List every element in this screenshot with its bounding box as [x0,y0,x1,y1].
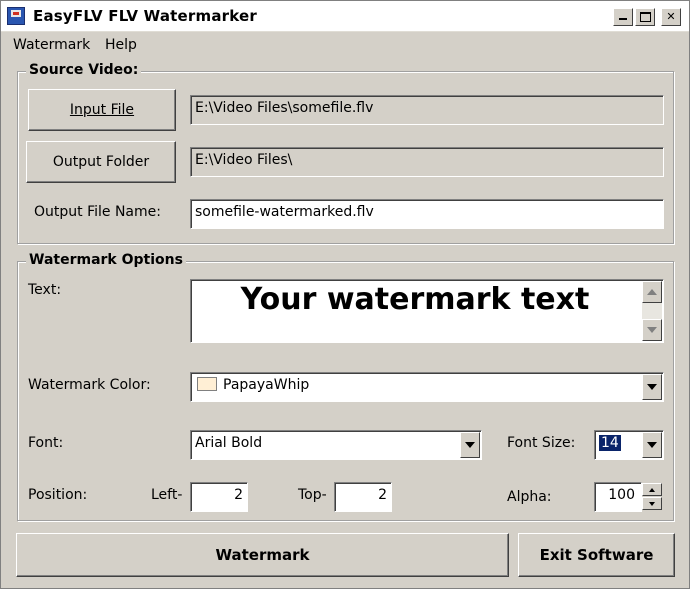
input-file-button[interactable]: Input File [28,89,176,131]
menu-watermark[interactable]: Watermark [13,37,90,53]
minimize-button[interactable] [613,8,633,26]
font-label: Font: [28,435,64,451]
text-label: Text: [28,282,62,298]
chevron-down-icon [465,442,475,448]
chevron-down-icon [647,384,657,390]
scroll-up-icon [647,289,657,295]
input-file-path: E:\Video Files\somefile.flv [190,95,664,125]
output-folder-button[interactable]: Output Folder [26,141,176,183]
watermark-button[interactable]: Watermark [16,533,509,577]
close-icon: ✕ [666,10,676,23]
font-size-select[interactable]: 14 [594,430,664,460]
alpha-input[interactable]: 100 [594,482,642,512]
left-position-input[interactable]: 2 [190,482,248,512]
watermark-button-label: Watermark [215,546,310,564]
alpha-increment-button[interactable] [642,483,662,496]
output-folder-path: E:\Video Files\ [190,147,664,177]
menu-bar: Watermark Help [1,32,689,56]
color-swatch [197,377,217,391]
text-scrollbar[interactable] [642,281,662,341]
chevron-down-icon [647,442,657,448]
watermark-color-select[interactable]: PapayaWhip [190,372,664,402]
watermark-options-legend: Watermark Options [26,252,186,268]
output-folder-label: Output Folder [52,154,150,170]
exit-software-button-label: Exit Software [539,546,654,564]
position-label: Position: [28,487,88,503]
maximize-button[interactable] [635,8,655,26]
watermark-text-input[interactable]: Your watermark text [190,279,664,343]
top-label: Top- [298,487,327,503]
maximize-icon [639,12,651,22]
output-file-name-label: Output File Name: [34,204,161,220]
arrow-up-icon [649,487,655,492]
source-video-legend: Source Video: [26,62,142,78]
font-value: Arial Bold [195,435,263,451]
alpha-decrement-button[interactable] [642,497,662,510]
font-size-dropdown-arrow[interactable] [642,432,662,458]
watermark-text-value: Your watermark text [240,282,590,317]
font-select[interactable]: Arial Bold [190,430,482,460]
watermark-color-label: Watermark Color: [28,377,151,393]
minimize-icon [619,18,627,20]
app-icon[interactable] [7,7,25,25]
arrow-down-icon [649,501,655,506]
app-window: EasyFLV FLV Watermarker ✕ Watermark Help… [0,0,690,589]
watermark-color-value: PapayaWhip [223,377,310,393]
left-label: Left- [151,487,183,503]
font-size-value: 14 [598,434,622,452]
font-dropdown-arrow[interactable] [460,432,480,458]
color-dropdown-arrow[interactable] [642,374,662,400]
alpha-label: Alpha: [507,489,552,505]
close-button[interactable]: ✕ [661,8,681,26]
scroll-down-button[interactable] [642,319,662,341]
input-file-label: Input File [69,102,135,118]
title-bar[interactable]: EasyFLV FLV Watermarker ✕ [1,1,689,32]
top-position-input[interactable]: 2 [334,482,392,512]
window-title: EasyFLV FLV Watermarker [33,7,257,25]
scroll-up-button[interactable] [642,281,662,303]
output-file-name-input[interactable]: somefile-watermarked.flv [190,199,664,229]
font-size-label: Font Size: [507,435,576,451]
scroll-down-icon [647,327,657,333]
exit-software-button[interactable]: Exit Software [518,533,675,577]
menu-help[interactable]: Help [105,37,137,53]
